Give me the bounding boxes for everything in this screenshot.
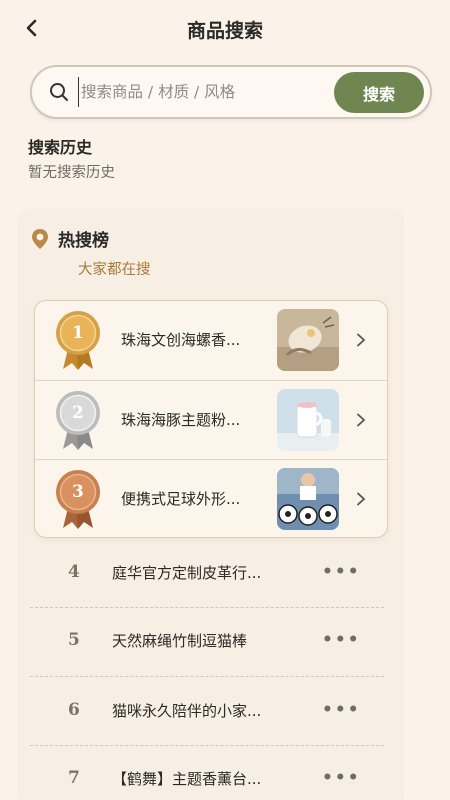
more-icon[interactable]: ••• [322, 562, 361, 582]
page-title: 商品搜索 [186, 19, 263, 42]
divider [30, 745, 384, 746]
rank-number: 6 [68, 700, 80, 720]
divider [30, 607, 384, 608]
item-name: 珠海文创海螺香... [121, 331, 241, 349]
search-history-empty: 暂无搜索历史 [28, 165, 115, 181]
back-button[interactable] [14, 10, 50, 46]
location-pin-icon [32, 228, 48, 249]
search-input[interactable] [78, 77, 318, 107]
hot-item-3[interactable]: 3 便携式足球外形... [35, 459, 387, 538]
hot-search-header: 热搜榜 [30, 226, 109, 251]
chevron-right-icon [357, 492, 366, 506]
soccer-fan-product-image [277, 468, 339, 530]
chevron-right-icon [357, 333, 366, 347]
item-name: 便携式足球外形... [121, 490, 241, 508]
more-icon[interactable]: ••• [322, 768, 361, 788]
more-icon[interactable]: ••• [322, 630, 361, 650]
hot-item-7[interactable]: 7 【鹤舞】主题香薰台... ••• [30, 768, 386, 800]
search-button[interactable]: 搜索 [334, 72, 424, 113]
search-icon [48, 81, 70, 103]
hot-item-4[interactable]: 4 庭华官方定制皮革行... ••• [30, 562, 386, 626]
search-history-title: 搜索历史 [28, 138, 93, 157]
item-name: 猫咪永久陪伴的小家... [112, 702, 262, 720]
cream-shell-product-image [277, 309, 339, 371]
hot-item-1[interactable]: 1 珠海文创海螺香... [35, 301, 387, 380]
hot-search-subtitle: 大家都在搜 [78, 262, 151, 278]
rank-number: 2 [72, 403, 84, 423]
divider [30, 676, 384, 677]
hot-item-5[interactable]: 5 天然麻绳竹制逗猫棒 ••• [30, 630, 386, 694]
rank-number: 7 [68, 768, 80, 788]
item-name: 珠海海豚主题粉... [121, 411, 241, 429]
more-icon[interactable]: ••• [322, 700, 361, 720]
header: 商品搜索 [0, 0, 450, 58]
hot-search-title: 热搜榜 [58, 231, 109, 251]
item-name: 天然麻绳竹制逗猫棒 [112, 632, 248, 650]
rank-number: 1 [72, 323, 84, 343]
hot-item-6[interactable]: 6 猫咪永久陪伴的小家... ••• [30, 700, 386, 764]
search-bar: 搜索 [30, 65, 432, 119]
chevron-right-icon [357, 413, 366, 427]
hot-item-2[interactable]: 2 珠海海豚主题粉... [35, 380, 387, 459]
rank-number: 4 [68, 562, 80, 582]
rank-number: 3 [72, 482, 84, 502]
item-name: 【鹤舞】主题香薰台... [112, 770, 262, 788]
item-name: 庭华官方定制皮革行... [112, 564, 262, 582]
top3-list: 1 珠海文创海螺香... 2 珠海海豚主题粉... 3 便携式足球外形... [34, 300, 388, 538]
chevron-left-icon [26, 19, 37, 37]
rank-number: 5 [68, 630, 80, 650]
white-cup-product-image [277, 389, 339, 451]
